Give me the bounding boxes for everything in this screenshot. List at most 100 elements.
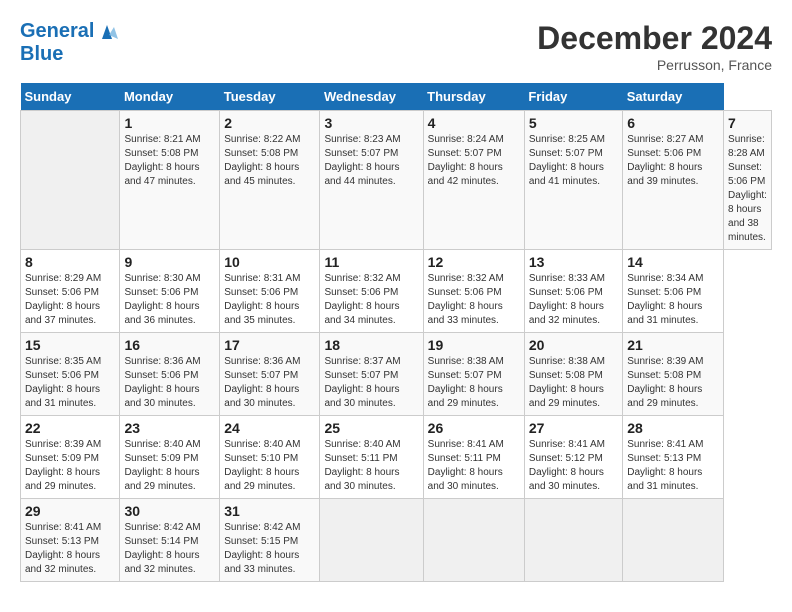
week-row-5: 29 Sunrise: 8:41 AM Sunset: 5:13 PM Dayl… [21, 499, 772, 582]
calendar-cell: 31 Sunrise: 8:42 AM Sunset: 5:15 PM Dayl… [220, 499, 320, 582]
day-number: 27 [529, 420, 618, 436]
calendar-cell [320, 499, 423, 582]
day-number: 7 [728, 115, 767, 131]
day-info: Sunrise: 8:31 AM Sunset: 5:06 PM Dayligh… [224, 272, 315, 328]
calendar-cell: 8 Sunrise: 8:29 AM Sunset: 5:06 PM Dayli… [21, 250, 120, 333]
location: Perrusson, France [537, 57, 772, 73]
day-number: 21 [627, 337, 719, 353]
day-info: Sunrise: 8:41 AM Sunset: 5:13 PM Dayligh… [627, 438, 719, 494]
header-tuesday: Tuesday [220, 83, 320, 111]
day-info: Sunrise: 8:30 AM Sunset: 5:06 PM Dayligh… [124, 272, 215, 328]
month-title: December 2024 [537, 20, 772, 57]
day-info: Sunrise: 8:21 AM Sunset: 5:08 PM Dayligh… [124, 133, 215, 189]
day-number: 19 [428, 337, 520, 353]
day-number: 17 [224, 337, 315, 353]
days-header-row: SundayMondayTuesdayWednesdayThursdayFrid… [21, 83, 772, 111]
calendar-cell: 20 Sunrise: 8:38 AM Sunset: 5:08 PM Dayl… [524, 333, 622, 416]
day-number: 12 [428, 254, 520, 270]
calendar-cell: 17 Sunrise: 8:36 AM Sunset: 5:07 PM Dayl… [220, 333, 320, 416]
calendar-cell: 23 Sunrise: 8:40 AM Sunset: 5:09 PM Dayl… [120, 416, 220, 499]
calendar-cell: 4 Sunrise: 8:24 AM Sunset: 5:07 PM Dayli… [423, 111, 524, 250]
logo: General Blue [20, 20, 118, 65]
day-info: Sunrise: 8:38 AM Sunset: 5:08 PM Dayligh… [529, 355, 618, 411]
calendar-cell: 13 Sunrise: 8:33 AM Sunset: 5:06 PM Dayl… [524, 250, 622, 333]
page-header: General Blue December 2024 Perrusson, Fr… [20, 20, 772, 73]
calendar-cell: 6 Sunrise: 8:27 AM Sunset: 5:06 PM Dayli… [623, 111, 724, 250]
day-info: Sunrise: 8:42 AM Sunset: 5:14 PM Dayligh… [124, 521, 215, 577]
day-number: 1 [124, 115, 215, 131]
calendar-cell: 5 Sunrise: 8:25 AM Sunset: 5:07 PM Dayli… [524, 111, 622, 250]
week-row-1: 1 Sunrise: 8:21 AM Sunset: 5:08 PM Dayli… [21, 111, 772, 250]
day-info: Sunrise: 8:36 AM Sunset: 5:07 PM Dayligh… [224, 355, 315, 411]
day-number: 5 [529, 115, 618, 131]
calendar-cell [623, 499, 724, 582]
day-info: Sunrise: 8:40 AM Sunset: 5:11 PM Dayligh… [324, 438, 418, 494]
day-number: 25 [324, 420, 418, 436]
calendar-cell: 26 Sunrise: 8:41 AM Sunset: 5:11 PM Dayl… [423, 416, 524, 499]
day-number: 16 [124, 337, 215, 353]
day-number: 15 [25, 337, 115, 353]
calendar-cell: 28 Sunrise: 8:41 AM Sunset: 5:13 PM Dayl… [623, 416, 724, 499]
calendar-cell: 11 Sunrise: 8:32 AM Sunset: 5:06 PM Dayl… [320, 250, 423, 333]
day-number: 31 [224, 503, 315, 519]
day-number: 11 [324, 254, 418, 270]
calendar-cell: 7 Sunrise: 8:28 AM Sunset: 5:06 PM Dayli… [724, 111, 772, 250]
day-number: 3 [324, 115, 418, 131]
day-number: 22 [25, 420, 115, 436]
header-saturday: Saturday [623, 83, 724, 111]
day-number: 26 [428, 420, 520, 436]
logo-text: General [20, 20, 118, 42]
day-info: Sunrise: 8:25 AM Sunset: 5:07 PM Dayligh… [529, 133, 618, 189]
calendar-cell: 12 Sunrise: 8:32 AM Sunset: 5:06 PM Dayl… [423, 250, 524, 333]
calendar-cell: 19 Sunrise: 8:38 AM Sunset: 5:07 PM Dayl… [423, 333, 524, 416]
day-number: 2 [224, 115, 315, 131]
day-number: 10 [224, 254, 315, 270]
day-info: Sunrise: 8:23 AM Sunset: 5:07 PM Dayligh… [324, 133, 418, 189]
day-info: Sunrise: 8:35 AM Sunset: 5:06 PM Dayligh… [25, 355, 115, 411]
day-info: Sunrise: 8:28 AM Sunset: 5:06 PM Dayligh… [728, 133, 767, 245]
week-row-4: 22 Sunrise: 8:39 AM Sunset: 5:09 PM Dayl… [21, 416, 772, 499]
logo-blue: Blue [20, 43, 118, 65]
calendar-cell: 2 Sunrise: 8:22 AM Sunset: 5:08 PM Dayli… [220, 111, 320, 250]
day-info: Sunrise: 8:36 AM Sunset: 5:06 PM Dayligh… [124, 355, 215, 411]
calendar-cell: 9 Sunrise: 8:30 AM Sunset: 5:06 PM Dayli… [120, 250, 220, 333]
calendar-cell: 18 Sunrise: 8:37 AM Sunset: 5:07 PM Dayl… [320, 333, 423, 416]
day-number: 8 [25, 254, 115, 270]
day-number: 30 [124, 503, 215, 519]
day-info: Sunrise: 8:40 AM Sunset: 5:09 PM Dayligh… [124, 438, 215, 494]
calendar-cell: 15 Sunrise: 8:35 AM Sunset: 5:06 PM Dayl… [21, 333, 120, 416]
day-info: Sunrise: 8:34 AM Sunset: 5:06 PM Dayligh… [627, 272, 719, 328]
day-info: Sunrise: 8:27 AM Sunset: 5:06 PM Dayligh… [627, 133, 719, 189]
week-row-3: 15 Sunrise: 8:35 AM Sunset: 5:06 PM Dayl… [21, 333, 772, 416]
header-friday: Friday [524, 83, 622, 111]
day-number: 14 [627, 254, 719, 270]
day-number: 24 [224, 420, 315, 436]
day-info: Sunrise: 8:42 AM Sunset: 5:15 PM Dayligh… [224, 521, 315, 577]
day-info: Sunrise: 8:41 AM Sunset: 5:12 PM Dayligh… [529, 438, 618, 494]
calendar-cell: 24 Sunrise: 8:40 AM Sunset: 5:10 PM Dayl… [220, 416, 320, 499]
day-info: Sunrise: 8:32 AM Sunset: 5:06 PM Dayligh… [324, 272, 418, 328]
calendar-cell: 21 Sunrise: 8:39 AM Sunset: 5:08 PM Dayl… [623, 333, 724, 416]
day-number: 9 [124, 254, 215, 270]
calendar-cell: 14 Sunrise: 8:34 AM Sunset: 5:06 PM Dayl… [623, 250, 724, 333]
day-info: Sunrise: 8:33 AM Sunset: 5:06 PM Dayligh… [529, 272, 618, 328]
day-info: Sunrise: 8:24 AM Sunset: 5:07 PM Dayligh… [428, 133, 520, 189]
calendar-cell: 30 Sunrise: 8:42 AM Sunset: 5:14 PM Dayl… [120, 499, 220, 582]
calendar-cell [21, 111, 120, 250]
title-block: December 2024 Perrusson, France [537, 20, 772, 73]
day-info: Sunrise: 8:41 AM Sunset: 5:13 PM Dayligh… [25, 521, 115, 577]
calendar-cell: 3 Sunrise: 8:23 AM Sunset: 5:07 PM Dayli… [320, 111, 423, 250]
calendar-cell: 25 Sunrise: 8:40 AM Sunset: 5:11 PM Dayl… [320, 416, 423, 499]
day-info: Sunrise: 8:38 AM Sunset: 5:07 PM Dayligh… [428, 355, 520, 411]
header-thursday: Thursday [423, 83, 524, 111]
day-info: Sunrise: 8:39 AM Sunset: 5:09 PM Dayligh… [25, 438, 115, 494]
day-info: Sunrise: 8:41 AM Sunset: 5:11 PM Dayligh… [428, 438, 520, 494]
calendar-cell: 29 Sunrise: 8:41 AM Sunset: 5:13 PM Dayl… [21, 499, 120, 582]
calendar-cell [423, 499, 524, 582]
day-info: Sunrise: 8:40 AM Sunset: 5:10 PM Dayligh… [224, 438, 315, 494]
header-sunday: Sunday [21, 83, 120, 111]
day-info: Sunrise: 8:37 AM Sunset: 5:07 PM Dayligh… [324, 355, 418, 411]
day-info: Sunrise: 8:32 AM Sunset: 5:06 PM Dayligh… [428, 272, 520, 328]
day-number: 29 [25, 503, 115, 519]
week-row-2: 8 Sunrise: 8:29 AM Sunset: 5:06 PM Dayli… [21, 250, 772, 333]
